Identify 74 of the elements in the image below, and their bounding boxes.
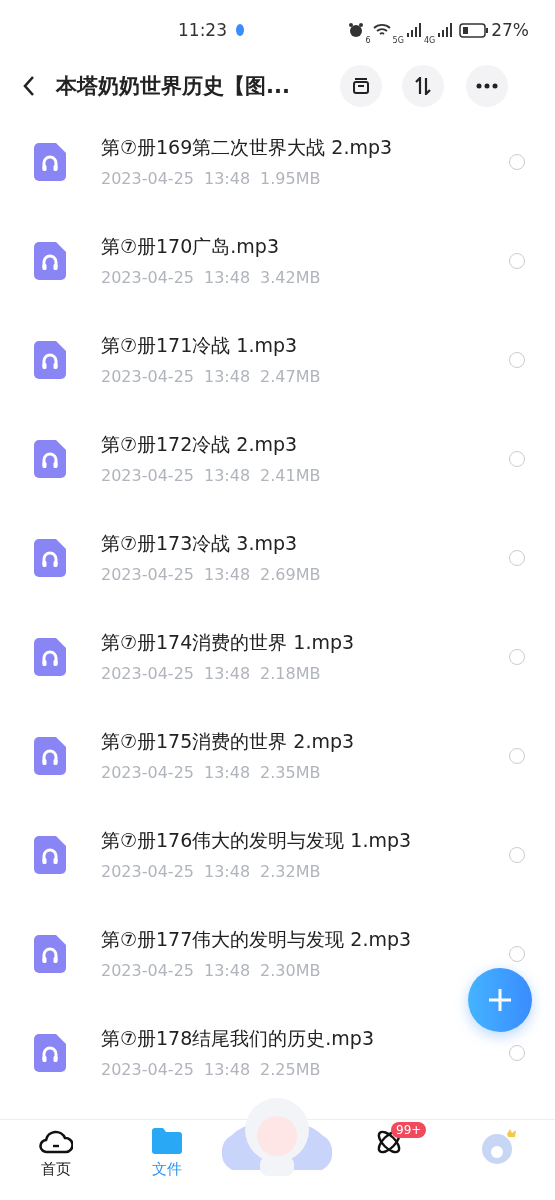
audio-file-icon <box>34 1033 66 1072</box>
wifi-tag: 6 <box>365 35 371 45</box>
audio-file-icon <box>34 835 66 874</box>
folder-title: 本塔奶奶世界历史【图... <box>56 73 290 100</box>
audio-file-icon <box>34 439 66 478</box>
archive-button[interactable] <box>339 65 382 107</box>
audio-file-icon <box>34 538 66 577</box>
file-time: 13:48 <box>204 565 251 584</box>
file-date: 2023-04-25 <box>101 763 194 782</box>
file-name[interactable]: 第⑦册169第二次世界大战 2.mp3 <box>101 135 509 161</box>
file-date: 2023-04-25 <box>101 169 194 188</box>
file-time: 13:48 <box>204 268 251 287</box>
file-time: 13:48 <box>204 466 251 485</box>
nav-tab[interactable]: 首页 <box>0 1122 111 1198</box>
file-date: 2023-04-25 <box>101 862 194 881</box>
file-name[interactable]: 第⑦册175消费的世界 2.mp3 <box>101 729 509 755</box>
file-size: 2.41MB <box>260 466 321 485</box>
file-date: 2023-04-25 <box>101 367 194 386</box>
file-size: 2.69MB <box>260 565 321 584</box>
wifi-icon <box>372 23 391 37</box>
file-name[interactable]: 第⑦册172冷战 2.mp3 <box>101 432 509 458</box>
signal-icon <box>437 23 454 37</box>
file-date: 2023-04-25 <box>101 1060 194 1079</box>
audio-file-icon <box>34 934 66 973</box>
file-size: 1.95MB <box>260 169 321 188</box>
file-size: 2.47MB <box>260 367 321 386</box>
file-date: 2023-04-25 <box>101 961 194 980</box>
sort-button[interactable] <box>401 65 444 107</box>
file-size: 2.30MB <box>260 961 321 980</box>
battery-percent: 27% <box>491 20 529 40</box>
count-badge: 99+ <box>391 1122 427 1138</box>
file-time: 13:48 <box>204 961 251 980</box>
more-button[interactable] <box>465 65 508 107</box>
file-name[interactable]: 第⑦册170广岛.mp3 <box>101 234 509 260</box>
file-size: 2.32MB <box>260 862 321 881</box>
battery-icon <box>459 22 490 38</box>
signal-icon <box>405 23 422 37</box>
file-size: 3.42MB <box>260 268 321 287</box>
network-tag: 5G <box>392 35 404 45</box>
file-time: 13:48 <box>204 763 251 782</box>
file-name[interactable]: 第⑦册178结尾我们的历史.mp3 <box>101 1026 509 1052</box>
file-size: 2.35MB <box>260 763 321 782</box>
file-time: 13:48 <box>204 862 251 881</box>
audio-file-icon <box>34 340 66 379</box>
file-time: 13:48 <box>204 664 251 683</box>
file-name[interactable]: 第⑦册173冷战 3.mp3 <box>101 531 509 557</box>
audio-file-icon <box>34 241 66 280</box>
audio-file-icon <box>34 142 66 181</box>
file-name[interactable]: 第⑦册171冷战 1.mp3 <box>101 333 509 359</box>
folder-icon <box>151 1128 182 1154</box>
file-date: 2023-04-25 <box>101 466 194 485</box>
file-name[interactable]: 第⑦册174消费的世界 1.mp3 <box>101 630 509 656</box>
clock-time: 11:23 <box>178 20 227 40</box>
archive-icon <box>351 77 370 95</box>
file-date: 2023-04-25 <box>101 268 194 287</box>
file-time: 13:48 <box>204 169 251 188</box>
audio-file-icon <box>34 736 66 775</box>
file-date: 2023-04-25 <box>101 565 194 584</box>
cloud-icon <box>38 1128 73 1154</box>
file-name[interactable]: 第⑦册177伟大的发明与发现 2.mp3 <box>101 927 509 953</box>
file-size: 2.25MB <box>260 1060 321 1079</box>
file-date: 2023-04-25 <box>101 664 194 683</box>
plus-icon <box>487 987 513 1013</box>
network-tag: 4G <box>423 35 436 45</box>
add-button[interactable] <box>468 968 532 1032</box>
more-icon <box>475 83 498 89</box>
back-icon[interactable] <box>22 75 36 97</box>
nav-tab[interactable]: 99+ <box>333 1122 444 1198</box>
file-size: 2.18MB <box>260 664 321 683</box>
file-name[interactable]: 第⑦册176伟大的发明与发现 1.mp3 <box>101 828 509 854</box>
audio-file-icon <box>34 637 66 676</box>
file-time: 13:48 <box>204 367 251 386</box>
file-time: 13:48 <box>204 1060 251 1079</box>
avatar-icon <box>480 1128 519 1166</box>
